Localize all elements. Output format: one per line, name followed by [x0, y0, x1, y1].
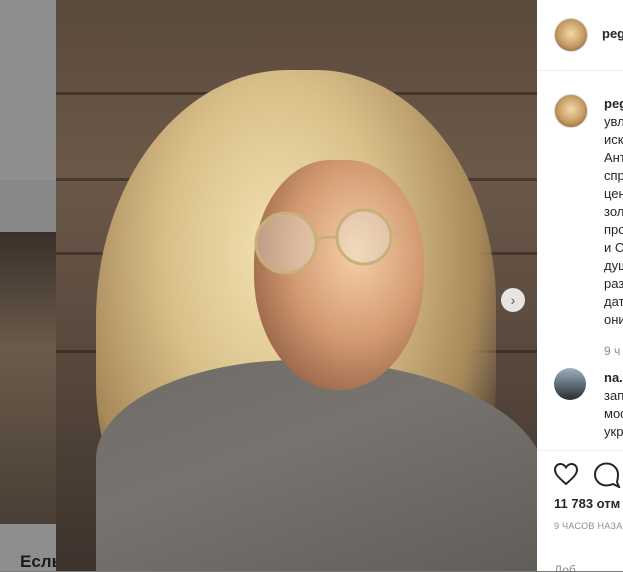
- background-panel: [0, 180, 56, 232]
- background-page: Есль: [0, 0, 62, 571]
- like-button[interactable]: [553, 462, 579, 489]
- likes-count[interactable]: 11 783 отм: [554, 496, 620, 511]
- background-panel: [0, 0, 56, 180]
- comment-text: укр: [604, 424, 623, 439]
- caption-text: зол: [604, 204, 623, 219]
- caption-text: раз: [604, 276, 623, 291]
- caption-text: цен: [604, 186, 623, 201]
- caption-text: иск: [604, 132, 623, 147]
- comment-text: мос: [604, 406, 623, 421]
- author-avatar[interactable]: [554, 18, 588, 52]
- photo-glasses: [254, 208, 405, 275]
- post-header: peg: [537, 0, 623, 71]
- comment-button[interactable]: [593, 462, 621, 491]
- post-photo[interactable]: ›: [56, 0, 537, 571]
- author-username[interactable]: peg: [602, 26, 623, 41]
- caption-text: спр: [604, 168, 623, 183]
- caption-text: увл: [604, 114, 623, 129]
- next-photo-button[interactable]: ›: [501, 288, 525, 312]
- caption-text: дат: [604, 294, 623, 309]
- speech-bubble-icon: [593, 462, 621, 490]
- caption-username[interactable]: peg: [604, 96, 623, 111]
- post-panel: peg peg увл иск Ант спр цен зол про и С …: [537, 0, 623, 571]
- commenter-avatar[interactable]: [554, 368, 586, 400]
- caption-text: душ: [604, 258, 623, 273]
- commenter-username[interactable]: na.: [604, 370, 623, 385]
- post-timestamp[interactable]: 9 ЧАСОВ НАЗАД: [554, 521, 623, 531]
- caption-text: они: [604, 312, 623, 327]
- heart-icon: [553, 462, 579, 486]
- comment-text: зап: [604, 388, 623, 403]
- caption-avatar[interactable]: [554, 94, 588, 128]
- add-comment-input[interactable]: Доб: [554, 563, 576, 571]
- background-image: [0, 232, 56, 524]
- caption-text: Ант: [604, 150, 623, 165]
- chevron-right-icon: ›: [510, 292, 516, 308]
- caption-text: и С: [604, 240, 623, 255]
- caption-text: про: [604, 222, 623, 237]
- caption-time[interactable]: 9 ч: [604, 344, 620, 358]
- comments-list[interactable]: peg увл иск Ант спр цен зол про и С душ …: [537, 70, 623, 450]
